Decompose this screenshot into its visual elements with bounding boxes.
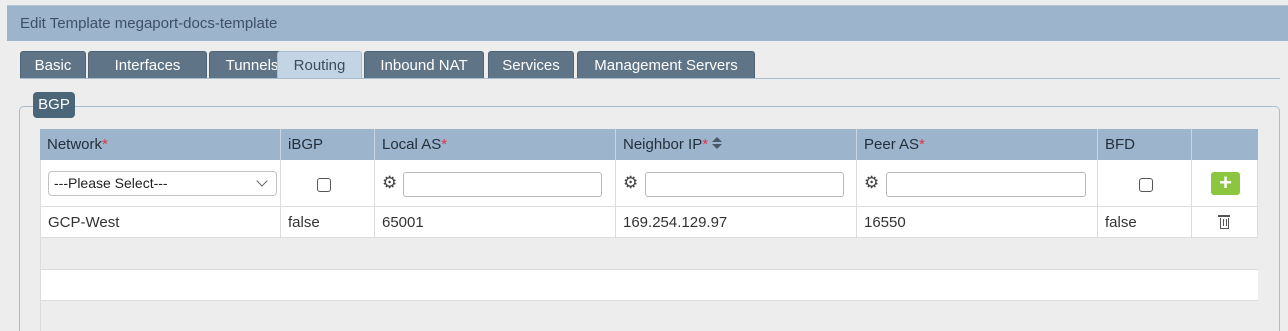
column-header-neighbor-ip[interactable]: Neighbor IP* <box>616 129 857 160</box>
column-header-network[interactable]: Network* <box>40 129 281 160</box>
bfd-checkbox[interactable] <box>1139 178 1153 192</box>
bgp-legend: BGP <box>33 92 75 118</box>
column-header-local-as[interactable]: Local AS* <box>375 129 616 160</box>
column-header-peer-as[interactable]: Peer AS* <box>857 129 1098 160</box>
network-value: GCP-West <box>40 207 281 238</box>
gear-icon[interactable]: ⚙ <box>382 174 397 191</box>
column-header-label: Local AS <box>382 136 442 153</box>
tab-management-servers[interactable]: Management Servers <box>577 51 755 78</box>
column-header-label: iBGP <box>288 136 324 153</box>
window-title: Edit Template megaport-docs-template <box>20 15 278 32</box>
column-header-ibgp[interactable]: iBGP <box>281 129 375 160</box>
ibgp-checkbox[interactable] <box>317 178 331 192</box>
ibgp-cell <box>281 160 375 207</box>
network-select[interactable]: ---Please Select--- <box>48 171 277 196</box>
local-as-input[interactable] <box>403 172 602 197</box>
ibgp-value: false <box>281 207 375 238</box>
column-header-label: Neighbor IP <box>623 136 703 153</box>
tab-basic[interactable]: Basic <box>20 51 86 78</box>
neighbor-ip-cell: ⚙ <box>616 160 857 207</box>
tab-services[interactable]: Services <box>488 51 574 78</box>
required-marker: * <box>102 136 108 153</box>
tab-inbound-nat[interactable]: Inbound NAT <box>364 51 484 78</box>
local-as-value: 65001 <box>375 207 616 238</box>
column-header-actions <box>1192 129 1258 160</box>
column-header-label: Network <box>47 136 103 153</box>
bfd-cell <box>1098 160 1192 207</box>
required-marker: * <box>919 136 925 153</box>
tab-interfaces[interactable]: Interfaces <box>88 51 207 78</box>
local-as-cell: ⚙ <box>375 160 616 207</box>
empty-row <box>40 301 1258 331</box>
gear-icon[interactable]: ⚙ <box>623 174 638 191</box>
window-titlebar: Edit Template megaport-docs-template <box>7 5 1288 41</box>
column-header-label: Peer AS <box>864 136 920 153</box>
peer-as-input[interactable] <box>886 172 1086 197</box>
trash-icon[interactable] <box>1218 215 1230 229</box>
neighbor-ip-value: 169.254.129.97 <box>616 207 857 238</box>
plus-icon: + <box>1219 170 1232 195</box>
new-entry-row: ---Please Select--- ⚙ ⚙ ⚙ + <box>40 160 1258 207</box>
gear-icon[interactable]: ⚙ <box>864 174 879 191</box>
sort-icon[interactable] <box>712 136 723 150</box>
column-header-bfd[interactable]: BFD <box>1098 129 1192 160</box>
network-select-value: ---Please Select--- <box>54 175 168 191</box>
column-header-label: BFD <box>1105 136 1135 153</box>
empty-row <box>40 238 1258 270</box>
add-cell: + <box>1192 160 1258 207</box>
neighbor-ip-input[interactable] <box>645 172 844 197</box>
delete-cell <box>1192 207 1258 238</box>
table-row[interactable]: GCP-West false 65001 169.254.129.97 1655… <box>40 207 1258 238</box>
peer-as-cell: ⚙ <box>857 160 1098 207</box>
tab-routing[interactable]: Routing <box>277 51 362 79</box>
tab-divider <box>20 78 1280 79</box>
add-button[interactable]: + <box>1211 172 1240 195</box>
network-cell: ---Please Select--- <box>40 160 281 207</box>
chevron-down-icon <box>256 175 268 187</box>
required-marker: * <box>441 136 448 153</box>
peer-as-value: 16550 <box>857 207 1098 238</box>
empty-row <box>40 270 1258 301</box>
required-marker: * <box>702 136 709 153</box>
bfd-value: false <box>1098 207 1192 238</box>
